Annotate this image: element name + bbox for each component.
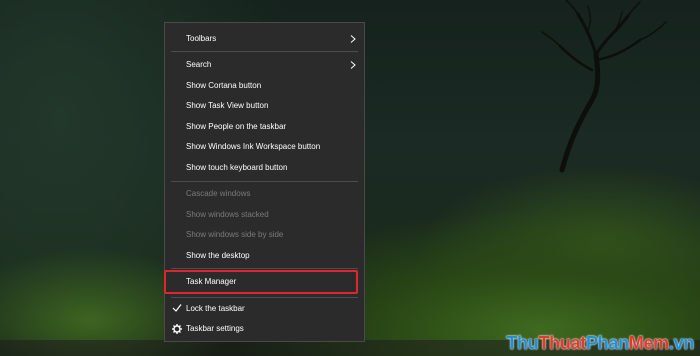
menu-item-toolbars[interactable]: Toolbars	[165, 30, 364, 48]
menu-item-show-people[interactable]: Show People on the taskbar	[165, 118, 364, 136]
menu-item-label: Show windows side by side	[186, 230, 284, 239]
watermark: ThuThuatPhanMem.vn	[506, 333, 694, 354]
menu-item-show-cortana[interactable]: Show Cortana button	[165, 77, 364, 95]
menu-item-label: Show Windows Ink Workspace button	[186, 142, 321, 151]
menu-separator	[171, 297, 358, 298]
watermark-part: Phan	[585, 333, 629, 353]
menu-item-lock-taskbar[interactable]: Lock the taskbar	[165, 300, 364, 318]
menu-item-taskbar-settings[interactable]: Taskbar settings	[165, 320, 364, 338]
menu-item-show-ink-workspace[interactable]: Show Windows Ink Workspace button	[165, 138, 364, 156]
chevron-right-icon	[350, 35, 356, 43]
taskbar-context-menu: Toolbars Search Show Cortana button Show…	[164, 22, 365, 342]
menu-separator	[171, 51, 358, 52]
menu-item-search[interactable]: Search	[165, 56, 364, 74]
menu-item-cascade-windows: Cascade windows	[165, 185, 364, 203]
menu-item-label: Show People on the taskbar	[186, 122, 287, 131]
menu-item-label: Show the desktop	[186, 251, 250, 260]
menu-item-label: Taskbar settings	[186, 324, 244, 333]
tree-silhouette	[541, 0, 667, 173]
task-manager-highlight-box	[164, 270, 358, 294]
gear-icon	[172, 324, 182, 334]
menu-item-windows-stacked: Show windows stacked	[165, 206, 364, 224]
menu-item-show-task-view[interactable]: Show Task View button	[165, 97, 364, 115]
chevron-right-icon	[350, 61, 356, 69]
menu-item-show-desktop[interactable]: Show the desktop	[165, 247, 364, 265]
watermark-part: Mem	[628, 333, 669, 353]
menu-item-show-touch-keyboard[interactable]: Show touch keyboard button	[165, 159, 364, 177]
menu-item-label: Show touch keyboard button	[186, 163, 288, 172]
menu-item-label: Show Task View button	[186, 101, 269, 110]
menu-item-label: Show Cortana button	[186, 81, 262, 90]
menu-item-label: Show windows stacked	[186, 210, 269, 219]
menu-separator	[171, 181, 358, 182]
watermark-part: .vn	[668, 333, 694, 353]
menu-item-label: Lock the taskbar	[186, 304, 245, 313]
watermark-part: Thu	[506, 333, 539, 353]
menu-item-windows-side-by-side: Show windows side by side	[165, 226, 364, 244]
menu-item-label: Cascade windows	[186, 189, 251, 198]
menu-separator	[171, 268, 358, 269]
check-icon	[172, 304, 182, 312]
menu-item-label: Search	[186, 60, 212, 69]
watermark-part: Thuat	[538, 333, 586, 353]
menu-item-label: Toolbars	[186, 34, 217, 43]
